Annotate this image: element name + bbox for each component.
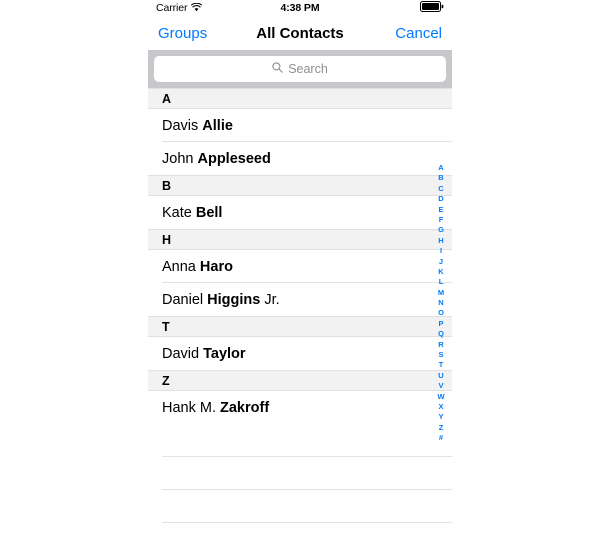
index-letter-o[interactable]: O [434, 308, 448, 318]
index-letter-b[interactable]: B [434, 173, 448, 183]
index-letter-h[interactable]: H [434, 236, 448, 246]
index-letter-w[interactable]: W [434, 392, 448, 402]
contact-first-name: Anna [162, 258, 200, 275]
contact-row[interactable]: Daniel Higgins Jr. [148, 283, 452, 316]
index-letter-j[interactable]: J [434, 257, 448, 267]
groups-button[interactable]: Groups [158, 26, 207, 41]
index-letter-x[interactable]: X [434, 402, 448, 412]
index-letter-i[interactable]: I [434, 246, 448, 256]
battery-full-icon [420, 0, 444, 17]
search-icon [272, 60, 283, 78]
alphabet-index-strip[interactable]: A B C D E F G H I J K L M N O P Q R S T U V W X Y Z # [434, 163, 448, 444]
contact-name: David Taylor [162, 346, 246, 362]
status-bar-right [420, 0, 444, 17]
index-letter-t[interactable]: T [434, 360, 448, 370]
search-input[interactable]: Search [154, 56, 446, 82]
contact-row[interactable]: Davis Allie [148, 109, 452, 142]
index-letter-f[interactable]: F [434, 215, 448, 225]
contacts-list[interactable]: A Davis Allie John Appleseed B Kate Bell H Ann… [148, 88, 452, 523]
section-header-h: H [148, 229, 452, 250]
index-letter-hash[interactable]: # [434, 433, 448, 443]
section-header-b: B [148, 175, 452, 196]
contact-row[interactable]: Kate Bell [148, 196, 452, 229]
index-letter-c[interactable]: C [434, 184, 448, 194]
index-letter-n[interactable]: N [434, 298, 448, 308]
wifi-icon [191, 0, 203, 17]
index-letter-q[interactable]: Q [434, 329, 448, 339]
section-header-a: A [148, 88, 452, 109]
contact-last-name: Haro [199, 258, 233, 275]
contact-first-name: John [162, 150, 198, 167]
search-placeholder: Search [288, 62, 328, 76]
index-letter-p[interactable]: P [434, 319, 448, 329]
index-letter-y[interactable]: Y [434, 412, 448, 422]
index-letter-k[interactable]: K [434, 267, 448, 277]
contact-name: Daniel Higgins Jr. [162, 292, 280, 308]
index-letter-e[interactable]: E [434, 205, 448, 215]
index-letter-s[interactable]: S [434, 350, 448, 360]
contact-name: Anna Haro [162, 259, 233, 275]
section-header-t: T [148, 316, 452, 337]
contact-row[interactable]: David Taylor [148, 337, 452, 370]
empty-list-row [148, 490, 452, 523]
index-letter-g[interactable]: G [434, 225, 448, 235]
contact-name: Hank M. Zakroff [162, 400, 269, 416]
contact-name: Davis Allie [162, 118, 233, 134]
index-letter-r[interactable]: R [434, 340, 448, 350]
contact-first-name: Hank M. [162, 399, 221, 416]
contact-last-name: Taylor [203, 345, 246, 362]
section-header-z: Z [148, 370, 452, 391]
contact-name: Kate Bell [162, 205, 222, 221]
cancel-button[interactable]: Cancel [395, 26, 442, 41]
index-letter-v[interactable]: V [434, 381, 448, 391]
contact-last-name: Higgins [207, 291, 261, 308]
contact-last-name: Zakroff [220, 399, 270, 416]
phone-screen: Carrier 4:38 PM Groups All Contacts Canc… [148, 0, 452, 534]
contact-first-name: David [162, 345, 204, 362]
contact-row[interactable]: Hank M. Zakroff [148, 391, 452, 424]
index-letter-z[interactable]: Z [434, 423, 448, 433]
contact-name: John Appleseed [162, 151, 271, 167]
contact-first-name: Davis [162, 117, 203, 134]
clock-label: 4:38 PM [280, 1, 320, 14]
contact-last-name: Allie [202, 117, 233, 134]
empty-list-row [148, 457, 452, 490]
search-bar-container: Search [148, 50, 452, 88]
contact-name-suffix: Jr. [260, 291, 280, 308]
contact-first-name: Daniel [162, 291, 208, 308]
status-bar-left: Carrier [156, 0, 203, 17]
contact-last-name: Appleseed [197, 150, 271, 167]
navigation-bar: Groups All Contacts Cancel [148, 16, 452, 50]
contact-row[interactable]: Anna Haro [148, 250, 452, 283]
index-letter-u[interactable]: U [434, 371, 448, 381]
index-letter-l[interactable]: L [434, 277, 448, 287]
contact-first-name: Kate [162, 204, 196, 221]
index-letter-a[interactable]: A [434, 163, 448, 173]
contact-row[interactable]: John Appleseed [148, 142, 452, 175]
carrier-label: Carrier [156, 1, 188, 14]
empty-list-row [148, 424, 452, 457]
index-letter-m[interactable]: M [434, 288, 448, 298]
index-letter-d[interactable]: D [434, 194, 448, 204]
status-bar: Carrier 4:38 PM [148, 0, 452, 16]
contact-last-name: Bell [195, 204, 223, 221]
